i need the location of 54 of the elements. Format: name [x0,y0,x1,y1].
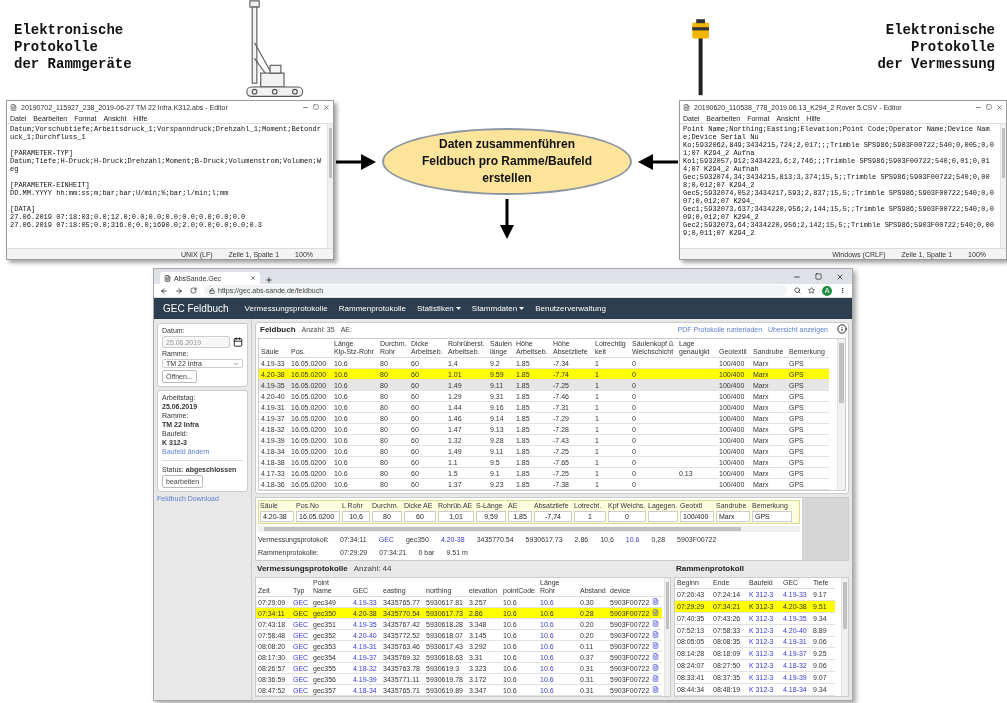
document-icon [10,103,17,111]
scrollbar[interactable] [841,578,848,696]
nav-link[interactable]: Benutzerverwaltung [535,304,606,313]
document-icon[interactable] [652,609,659,616]
panel-title: Feldbuch [260,325,296,334]
nav-link[interactable]: Rammenprotokolle [338,304,406,313]
document-icon[interactable] [652,653,659,660]
arrow [500,199,514,239]
reload-icon[interactable] [190,287,197,294]
caret-icon [455,307,461,310]
document-icon[interactable] [652,620,659,627]
input-field[interactable] [648,511,678,522]
document-icon[interactable] [652,664,659,671]
maximize-icon[interactable] [986,104,992,110]
brand-title[interactable]: GEC Feldbuch [163,303,229,314]
close-icon[interactable] [836,272,844,281]
arrow [336,153,376,170]
nav-link[interactable]: Statistiken [416,304,461,313]
document-icon[interactable] [652,675,659,682]
maximize-icon[interactable] [815,273,822,280]
process-bubble: Daten zusammenführen Feldbuch pro Ramme/Baufeld erstellen [382,128,632,195]
forward-icon[interactable] [175,286,183,295]
document-icon[interactable] [652,598,659,605]
caret-icon [233,360,239,367]
scrollbar[interactable] [837,339,845,490]
maximize-icon[interactable] [313,104,319,110]
calendar-icon[interactable] [233,337,243,347]
search-icon[interactable] [794,287,801,294]
document-icon[interactable] [652,686,659,693]
nav-link[interactable]: Stammdaten [471,304,525,313]
scrollbar[interactable] [258,526,800,532]
scrollbar[interactable] [1000,124,1006,248]
section-title: Rammenprotokoll [676,564,744,573]
lock-icon [209,287,215,294]
info-icon[interactable] [837,324,847,334]
close-icon[interactable] [323,103,330,111]
document-icon [683,103,690,111]
count-text: Anzahl: 44 [353,564,392,573]
close-icon[interactable] [996,103,1003,111]
scrollbar[interactable] [327,124,333,248]
document-icon[interactable] [652,631,659,638]
nav-link[interactable]: Vermessungsprotokolle [244,304,328,313]
star-icon[interactable] [808,287,815,294]
caret-icon [519,307,525,310]
close-icon[interactable] [250,275,256,281]
scrollbar[interactable] [664,578,670,696]
arrow [638,153,678,170]
caption-text: Elektronische Protokolle der Rammgeräte [14,22,132,73]
document-icon[interactable] [652,642,659,649]
page-icon [164,274,171,282]
back-icon[interactable] [160,286,168,295]
new-tab-icon[interactable] [265,276,273,284]
caption-text: Elektronische Protokolle der Vermessung [877,22,995,73]
section-title: Vermessungsprotokolle [257,564,348,573]
